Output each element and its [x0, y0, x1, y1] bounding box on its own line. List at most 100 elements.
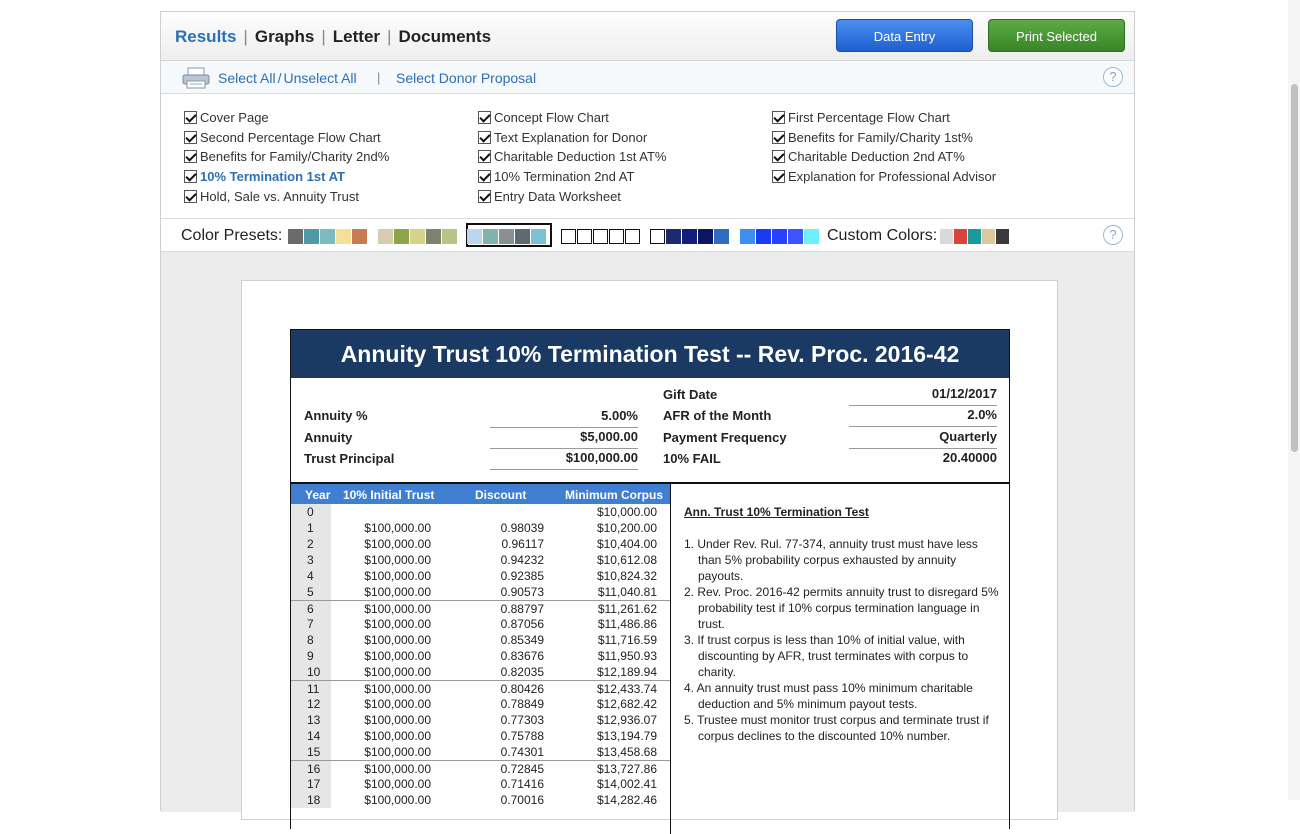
table-row: 11 $100,000.00 0.80426 $12,433.74 — [291, 680, 671, 697]
checkbox-checked-icon[interactable] — [772, 170, 785, 184]
tab-letter[interactable]: Letter — [333, 27, 380, 46]
termination-table: Year 10% Initial Trust Discount Minimum … — [291, 484, 671, 808]
checkbox-checked-icon[interactable] — [772, 150, 785, 164]
color-swatch[interactable] — [788, 229, 803, 244]
table-row: 15 $100,000.00 0.74301 $13,458.68 — [291, 744, 671, 760]
color-swatch[interactable] — [804, 229, 819, 244]
help-icon[interactable]: ? — [1103, 67, 1123, 87]
help-icon[interactable]: ? — [1103, 225, 1123, 245]
checkbox-checked-icon[interactable] — [772, 111, 785, 125]
tab-results[interactable]: Results — [175, 27, 236, 46]
color-swatch[interactable] — [304, 229, 319, 244]
report-page: Annuity Trust 10% Termination Test -- Re… — [241, 280, 1058, 834]
color-swatch[interactable] — [352, 229, 367, 244]
color-swatch[interactable] — [740, 229, 755, 244]
color-swatch[interactable] — [499, 229, 514, 244]
color-swatch[interactable] — [650, 229, 665, 244]
custom-color-swatch[interactable] — [996, 229, 1009, 244]
checkbox-second-percentage-flow-chart[interactable]: Second Percentage Flow Chart — [184, 128, 389, 148]
color-swatch[interactable] — [561, 229, 576, 244]
color-swatch[interactable] — [394, 229, 409, 244]
color-swatch[interactable] — [378, 229, 393, 244]
custom-color-swatch[interactable] — [940, 229, 953, 244]
color-swatch[interactable] — [531, 229, 546, 244]
checkbox-entry-data-worksheet[interactable]: Entry Data Worksheet — [478, 186, 666, 206]
checkbox-text-explanation[interactable]: Text Explanation for Donor — [478, 128, 666, 148]
checkbox-10pct-termination-2nd[interactable]: 10% Termination 2nd AT — [478, 167, 666, 187]
column-header: Minimum Corpus — [565, 488, 663, 502]
preview-area: Annuity Trust 10% Termination Test -- Re… — [161, 252, 1134, 834]
table-row: 16 $100,000.00 0.72845 $13,727.86 — [291, 760, 671, 777]
checkbox-checked-icon[interactable] — [478, 170, 491, 184]
select-donor-proposal-link[interactable]: Select Donor Proposal — [396, 70, 536, 86]
color-swatch[interactable] — [442, 229, 457, 244]
table-row: 18 $100,000.00 0.70016 $14,282.46 — [291, 792, 671, 808]
color-swatch[interactable] — [625, 229, 640, 244]
checkbox-checked-icon[interactable] — [184, 189, 197, 203]
checkbox-hold-sale[interactable]: Hold, Sale vs. Annuity Trust — [184, 186, 389, 206]
color-swatch[interactable] — [410, 229, 425, 244]
field-value: Quarterly — [849, 429, 997, 449]
checkbox-checked-icon[interactable] — [184, 170, 197, 184]
select-all-link[interactable]: Select All — [218, 70, 276, 86]
color-swatch[interactable] — [666, 229, 681, 244]
checkbox-charitable-deduction-2nd[interactable]: Charitable Deduction 2nd AT% — [772, 147, 996, 167]
checkbox-checked-icon[interactable] — [478, 189, 491, 203]
color-swatch[interactable] — [756, 229, 771, 244]
page-scrollbar[interactable] — [1288, 0, 1300, 800]
printer-icon[interactable] — [182, 67, 210, 89]
checkbox-10pct-termination-1st[interactable]: 10% Termination 1st AT — [184, 167, 389, 187]
checkbox-checked-icon[interactable] — [184, 130, 197, 144]
custom-color-swatch[interactable] — [954, 229, 967, 244]
year-cell: 2 — [291, 536, 331, 552]
color-swatch[interactable] — [515, 229, 530, 244]
print-selected-button[interactable]: Print Selected — [988, 19, 1125, 52]
data-entry-button[interactable]: Data Entry — [836, 19, 973, 52]
color-swatch[interactable] — [336, 229, 351, 244]
color-swatch[interactable] — [682, 229, 697, 244]
color-swatch[interactable] — [483, 229, 498, 244]
color-swatch[interactable] — [698, 229, 713, 244]
checkbox-benefits-1st[interactable]: Benefits for Family/Charity 1st% — [772, 128, 996, 148]
color-swatch[interactable] — [467, 229, 482, 244]
minimum-corpus-cell: $11,486.86 — [597, 617, 657, 631]
checkbox-benefits-2nd[interactable]: Benefits for Family/Charity 2nd% — [184, 147, 389, 167]
column-header: Discount — [475, 488, 527, 502]
color-swatch[interactable] — [426, 229, 441, 244]
checkbox-charitable-deduction-1st[interactable]: Charitable Deduction 1st AT% — [478, 147, 666, 167]
field-label: Annuity % — [304, 408, 368, 423]
field-label: 10% FAIL — [663, 451, 721, 466]
color-swatch[interactable] — [714, 229, 729, 244]
minimum-corpus-cell: $10,200.00 — [596, 521, 657, 535]
tab-documents[interactable]: Documents — [398, 27, 491, 46]
discount-cell: 0.82035 — [500, 665, 544, 679]
field-label: Trust Principal — [304, 451, 395, 466]
note-item: 4. An annuity trust must pass 10% minimu… — [684, 681, 973, 711]
checkbox-cover-page[interactable]: Cover Page — [184, 108, 389, 128]
color-swatch[interactable] — [320, 229, 335, 244]
color-swatch[interactable] — [288, 229, 303, 244]
color-swatch[interactable] — [772, 229, 787, 244]
checkbox-checked-icon[interactable] — [478, 130, 491, 144]
scrollbar-thumb[interactable] — [1291, 84, 1298, 452]
unselect-all-link[interactable]: Unselect All — [283, 70, 356, 86]
minimum-corpus-cell: $10,000.00 — [596, 505, 657, 519]
checkbox-checked-icon[interactable] — [184, 111, 197, 125]
discount-cell: 0.92385 — [500, 569, 544, 583]
checkbox-label: Charitable Deduction 2nd AT% — [788, 149, 965, 165]
checkbox-explanation-advisor[interactable]: Explanation for Professional Advisor — [772, 167, 996, 187]
color-swatch[interactable] — [577, 229, 592, 244]
custom-color-swatch[interactable] — [968, 229, 981, 244]
custom-color-swatch[interactable] — [982, 229, 995, 244]
color-swatch[interactable] — [609, 229, 624, 244]
color-swatch[interactable] — [593, 229, 608, 244]
year-cell: 3 — [291, 552, 331, 568]
checkbox-checked-icon[interactable] — [184, 150, 197, 164]
checkbox-checked-icon[interactable] — [478, 111, 491, 125]
tab-graphs[interactable]: Graphs — [255, 27, 315, 46]
checkbox-concept-flow-chart[interactable]: Concept Flow Chart — [478, 108, 666, 128]
checkbox-checked-icon[interactable] — [772, 130, 785, 144]
checkbox-first-percentage-flow-chart[interactable]: First Percentage Flow Chart — [772, 108, 996, 128]
checkbox-checked-icon[interactable] — [478, 150, 491, 164]
discount-cell: 0.85349 — [500, 633, 544, 647]
